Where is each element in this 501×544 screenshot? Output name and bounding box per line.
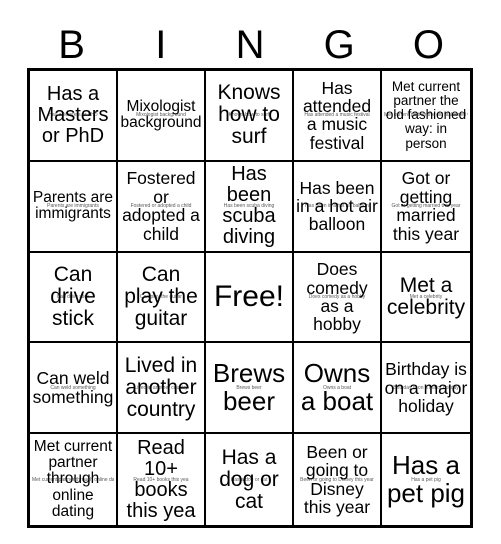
bingo-cell-g5[interactable]: Been or going to Disney this year Been or… — [294, 434, 382, 525]
bingo-cell-o5[interactable]: Has a pet pig Has a pet pig — [382, 434, 470, 525]
bingo-cell-label-n5: Has a dog or cat — [219, 445, 279, 513]
bingo-cell-label-n3: Free! — [213, 280, 285, 314]
bingo-header: B I N G O — [27, 18, 473, 66]
header-letter-n: N — [235, 23, 265, 67]
bingo-cell-n3[interactable]: Free! — [206, 252, 294, 344]
bingo-cell-label-n1: Knows how to surf — [217, 81, 281, 149]
bingo-cell-g4[interactable]: Owns a boat Owns a boat — [294, 343, 382, 435]
bingo-cell-n4[interactable]: Brews beer Brews beer — [206, 343, 294, 435]
bingo-cell-g1[interactable]: Has attended a music festival Has attende… — [294, 71, 382, 162]
bingo-cell-label-n4: Brews beer — [212, 358, 286, 416]
bingo-cell-label-i2: Fostered or adopted a child — [122, 168, 200, 244]
bingo-cell-label-o2: Got or getting married this year — [392, 168, 460, 244]
header-letter-b: B — [58, 23, 85, 67]
bingo-cell-g2[interactable]: Has been in a hot air balloon Has been in… — [294, 161, 382, 253]
bingo-cell-label-o5: Has a pet pig — [386, 450, 466, 508]
bingo-cell-label-g5: Been or going to Disney this year — [303, 441, 371, 517]
bingo-cell-label-b2: Parents are immigrants — [32, 188, 114, 223]
bingo-cell-i3[interactable]: Can play the guitar Can play the guitar — [118, 252, 206, 344]
bingo-cell-i2[interactable]: Fostered or adopted a child Fostered or a… — [118, 161, 206, 253]
bingo-cell-label-g3: Does comedy as a hobby — [306, 259, 368, 335]
bingo-cell-label-b1: Has a Masters or PhD — [37, 82, 109, 147]
bingo-cell-label-o3: Met a celebrity — [386, 273, 466, 319]
bingo-cell-label-n2: Has been scuba diving — [222, 163, 276, 249]
bingo-cell-label-i1: Mixologist background — [120, 98, 202, 132]
bingo-cell-label-i4: Lived in another country — [124, 353, 198, 421]
bingo-cell-label-g1: Has attended a music festival — [302, 77, 372, 153]
bingo-cell-label-o1: Met current partner the old fashioned wa… — [385, 78, 467, 151]
bingo-grid: Has a Masters or PhD Has a Masters or PhD… — [27, 68, 473, 528]
bingo-cell-label-g2: Has been in a hot air balloon — [296, 177, 378, 235]
bingo-cell-o4[interactable]: Birthday is on a major holiday Birthday i… — [382, 343, 470, 435]
bingo-cell-i5[interactable]: Read 10+ books this yea Read 10+ books th… — [118, 434, 206, 525]
bingo-cell-b1[interactable]: Has a Masters or PhD Has a Masters or PhD — [30, 71, 118, 162]
bingo-cell-o1[interactable]: Met current partner the old fashioned wa… — [382, 71, 470, 162]
bingo-cell-b4[interactable]: Can weld something Can weld something — [30, 343, 118, 435]
bingo-cell-n1[interactable]: Knows how to surf Knows how to surf — [206, 71, 294, 162]
bingo-cell-g3[interactable]: Does comedy as a hobby Does comedy as a h… — [294, 252, 382, 344]
bingo-cell-n5[interactable]: Has a dog or cat Has a dog or cat — [206, 434, 294, 525]
bingo-cell-i4[interactable]: Lived in another country Lived in another… — [118, 343, 206, 435]
bingo-cell-label-i5: Read 10+ books this yea — [126, 436, 196, 522]
bingo-cell-label-b5: Met current partner through online datin… — [33, 437, 113, 520]
bingo-cell-label-g4: Owns a boat — [300, 358, 374, 416]
bingo-cell-label-o4: Birthday is on a major holiday — [384, 359, 468, 416]
bingo-cell-o3[interactable]: Met a celebrity Met a celebrity — [382, 252, 470, 344]
bingo-cell-b2[interactable]: Parents are immigrants Parents are immigr… — [30, 161, 118, 253]
header-letter-o: O — [412, 23, 444, 67]
bingo-cell-b3[interactable]: Can drive stick Can drive stick — [30, 252, 118, 344]
header-letter-i: I — [155, 23, 167, 67]
bingo-cell-b5[interactable]: Met current partner through online datin… — [30, 434, 118, 525]
bingo-cell-o2[interactable]: Got or getting married this year Got or g… — [382, 161, 470, 253]
bingo-cell-i1[interactable]: Mixologist background Mixologist backgrou… — [118, 71, 206, 162]
bingo-cell-n2[interactable]: Has been scuba diving Has been scuba divi… — [206, 161, 294, 253]
bingo-cell-label-b4: Can weld something — [32, 368, 114, 407]
bingo-card: B I N G O Has a Masters or PhD Has a Mast… — [0, 0, 501, 544]
header-letter-g: G — [323, 23, 355, 67]
bingo-cell-label-b3: Can drive stick — [50, 262, 96, 331]
bingo-cell-label-i3: Can play the guitar — [124, 262, 198, 331]
